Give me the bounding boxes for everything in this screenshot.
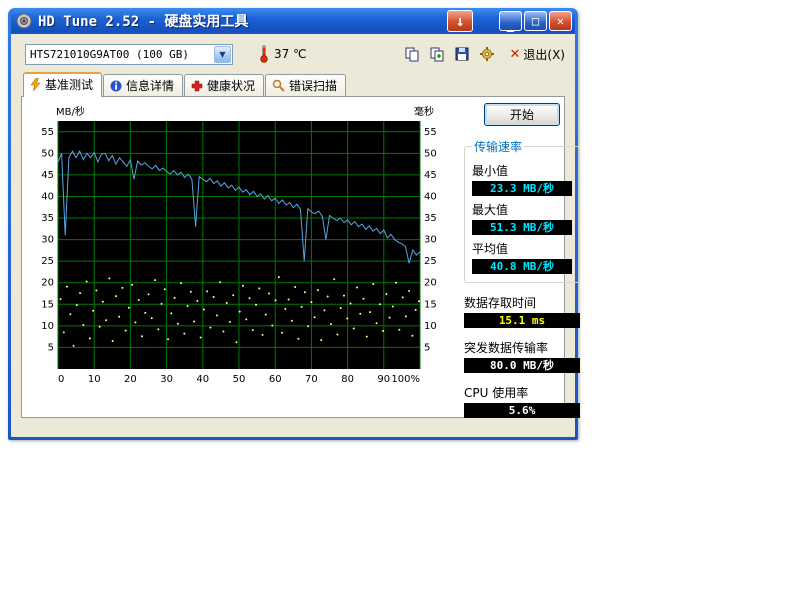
- svg-text:0: 0: [58, 374, 64, 385]
- toolbar-actions: ✕ 退出(X): [402, 45, 566, 63]
- svg-text:30: 30: [41, 235, 54, 246]
- svg-text:55: 55: [41, 127, 54, 138]
- tab-error-scan-label: 错误扫描: [289, 77, 337, 94]
- min-label: 最小值: [472, 162, 572, 179]
- svg-text:15: 15: [41, 299, 54, 310]
- svg-text:毫秒: 毫秒: [414, 105, 434, 118]
- copy-text-button[interactable]: [427, 45, 447, 63]
- burst-rate-value: 80.0 MB/秒: [464, 358, 580, 373]
- exit-button[interactable]: ✕ 退出(X): [510, 46, 566, 63]
- results-panel: 开始 传输速率 最小值 23.3 MB/秒 最大值 51.3 MB/秒 平均值 …: [464, 101, 580, 418]
- access-time-section: 数据存取时间 15.1 ms: [464, 294, 580, 328]
- options-button[interactable]: [477, 45, 497, 63]
- exit-label: 退出(X): [523, 46, 565, 63]
- svg-text:55: 55: [424, 127, 437, 138]
- access-time-label: 数据存取时间: [464, 294, 580, 311]
- svg-text:20: 20: [41, 278, 54, 289]
- cpu-usage-section: CPU 使用率 5.6%: [464, 384, 580, 418]
- svg-text:25: 25: [424, 256, 437, 267]
- benchmark-chart-svg: 0102030405060708090100%55101015152020252…: [28, 105, 454, 399]
- close-button[interactable]: ✕: [549, 11, 572, 31]
- tab-info[interactable]: 信息详情: [103, 74, 183, 96]
- benchmark-tab-page: 0102030405060708090100%55101015152020252…: [21, 96, 565, 418]
- min-value: 23.3 MB/秒: [472, 181, 572, 196]
- avg-label: 平均值: [472, 240, 572, 257]
- svg-text:MB/秒: MB/秒: [56, 105, 85, 118]
- cpu-usage-value: 5.6%: [464, 403, 580, 418]
- cpu-usage-label: CPU 使用率: [464, 384, 580, 401]
- temperature-indicator: 37 ℃: [259, 45, 307, 63]
- svg-text:35: 35: [424, 213, 437, 224]
- svg-text:50: 50: [233, 374, 246, 385]
- svg-text:40: 40: [424, 191, 437, 202]
- transfer-rate-group-title: 传输速率: [472, 138, 524, 155]
- max-label: 最大值: [472, 201, 572, 218]
- svg-text:50: 50: [424, 148, 437, 159]
- thermometer-icon: [259, 45, 269, 63]
- download-overlay-button[interactable]: ↓: [447, 10, 473, 32]
- window-client-area: HTS721010G9AT00 (100 GB) ▼ 37 ℃: [11, 34, 575, 437]
- svg-text:30: 30: [160, 374, 173, 385]
- tab-benchmark-label: 基准测试: [45, 76, 93, 93]
- svg-text:5: 5: [424, 342, 430, 353]
- access-time-value: 15.1 ms: [464, 313, 580, 328]
- tab-strip: 基准测试 信息详情 健康状况: [23, 72, 575, 96]
- avg-value: 40.8 MB/秒: [472, 259, 572, 274]
- magnifier-icon: [272, 79, 285, 92]
- window-title: HD Tune 2.52 - 硬盘实用工具: [38, 11, 445, 31]
- exit-x-icon: ✕: [510, 47, 521, 62]
- svg-text:10: 10: [424, 321, 437, 332]
- app-icon: [16, 13, 32, 29]
- tab-error-scan[interactable]: 错误扫描: [265, 74, 346, 96]
- svg-text:5: 5: [48, 342, 54, 353]
- svg-text:10: 10: [41, 321, 54, 332]
- benchmark-chart: 0102030405060708090100%55101015152020252…: [28, 105, 454, 403]
- copy-add-icon: [429, 46, 445, 62]
- svg-text:10: 10: [88, 374, 101, 385]
- svg-text:45: 45: [424, 170, 437, 181]
- svg-text:15: 15: [424, 299, 437, 310]
- copy-screenshot-button[interactable]: [402, 45, 422, 63]
- drive-select-value: HTS721010G9AT00 (100 GB): [26, 48, 213, 61]
- svg-text:20: 20: [124, 374, 137, 385]
- svg-text:80: 80: [341, 374, 354, 385]
- svg-text:40: 40: [41, 191, 54, 202]
- svg-text:35: 35: [41, 213, 54, 224]
- options-gear-icon: [479, 46, 495, 62]
- titlebar[interactable]: HD Tune 2.52 - 硬盘实用工具 ↓ _ □ ✕: [11, 8, 575, 34]
- tab-health-label: 健康状况: [207, 77, 255, 94]
- svg-text:50: 50: [41, 148, 54, 159]
- svg-text:100%: 100%: [391, 374, 420, 385]
- save-icon: [454, 46, 470, 62]
- tab-info-label: 信息详情: [126, 77, 174, 94]
- health-cross-icon: [191, 80, 203, 92]
- burst-rate-label: 突发数据传输率: [464, 339, 580, 356]
- info-icon: [110, 80, 122, 92]
- burst-rate-section: 突发数据传输率 80.0 MB/秒: [464, 339, 580, 373]
- svg-text:45: 45: [41, 170, 54, 181]
- svg-text:25: 25: [41, 256, 54, 267]
- svg-text:70: 70: [305, 374, 318, 385]
- tab-benchmark[interactable]: 基准测试: [23, 72, 102, 97]
- svg-text:30: 30: [424, 235, 437, 246]
- svg-text:60: 60: [269, 374, 282, 385]
- svg-text:40: 40: [196, 374, 209, 385]
- minimize-button[interactable]: _: [499, 11, 522, 31]
- toolbar: HTS721010G9AT00 (100 GB) ▼ 37 ℃: [11, 34, 575, 70]
- save-screenshot-button[interactable]: [452, 45, 472, 63]
- temperature-value: 37 ℃: [274, 47, 307, 61]
- svg-text:90: 90: [377, 374, 390, 385]
- copy-icon: [404, 46, 420, 62]
- svg-text:20: 20: [424, 278, 437, 289]
- drive-select[interactable]: HTS721010G9AT00 (100 GB) ▼: [25, 44, 233, 65]
- benchmark-icon: [30, 78, 41, 91]
- max-value: 51.3 MB/秒: [472, 220, 572, 235]
- app-window: HD Tune 2.52 - 硬盘实用工具 ↓ _ □ ✕ HTS721010G…: [8, 8, 578, 440]
- chevron-down-icon[interactable]: ▼: [214, 46, 231, 63]
- tab-health[interactable]: 健康状况: [184, 74, 264, 96]
- start-button[interactable]: 开始: [484, 103, 560, 126]
- maximize-button[interactable]: □: [524, 11, 547, 31]
- transfer-rate-group: 传输速率 最小值 23.3 MB/秒 最大值 51.3 MB/秒 平均值 40.…: [464, 138, 580, 283]
